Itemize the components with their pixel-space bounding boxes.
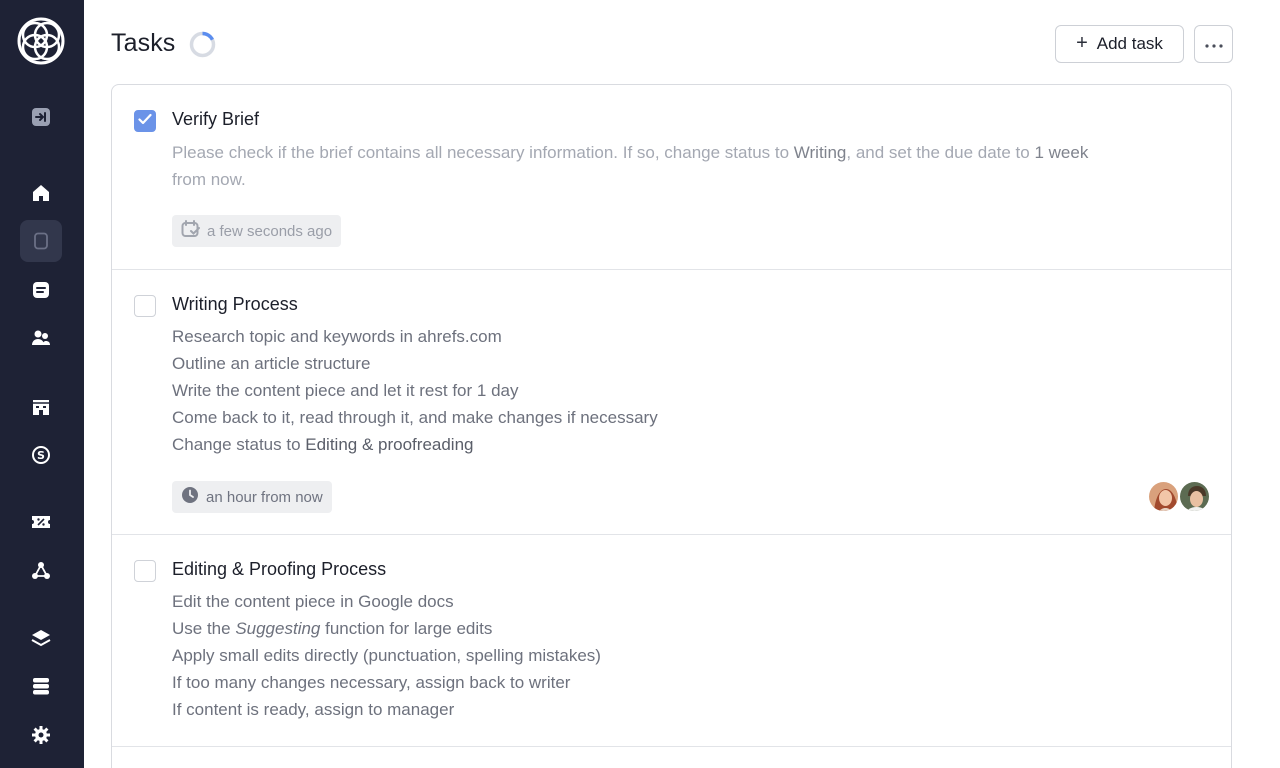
description-text: function for large edits [320,619,493,638]
message-icon [32,281,50,299]
emphasis-text: Suggesting [235,619,321,638]
description-text: Change status to [172,435,306,454]
task-checkbox[interactable] [134,110,156,132]
description-line: Research topic and keywords in ahrefs.co… [172,327,502,346]
description-line: Change status to Editing & proofreading [172,431,1192,458]
due-date-badge[interactable]: a few seconds ago [172,215,342,247]
building-icon [32,398,50,416]
status-reference: Writing [793,143,847,162]
description-line: Write the content piece and let it rest … [172,381,519,400]
sidebar-item-settings[interactable] [20,714,62,756]
task-description: Research topic and keywords in ahrefs.co… [172,323,1192,458]
layers-icon [31,629,51,647]
ellipsis-icon [1204,37,1224,52]
sidebar-item-layers[interactable] [20,617,62,659]
description-line: Outline an article structure [172,354,371,373]
description-line: Apply small edits directly (punctuation,… [172,646,601,665]
task-list: Verify Brief Please check if the brief c… [111,84,1232,768]
task-item[interactable]: Writing Process Research topic and keywo… [112,270,1231,535]
due-date-text: a few seconds ago [207,222,333,240]
clock-icon [181,486,199,508]
task-item[interactable]: Verify Brief Please check if the brief c… [112,85,1231,270]
description-line: Come back to it, read through it, and ma… [172,408,658,427]
add-task-label: Add task [1096,34,1163,53]
document-icon [33,232,49,250]
integrations-icon [31,561,51,581]
description-line: from now. [172,170,246,189]
description-text: Use the [172,619,236,638]
sidebar-item-integrations[interactable] [20,550,62,592]
users-icon [31,329,51,347]
settings-icon [32,726,50,744]
sidebar-item-documents[interactable] [20,220,62,262]
sidebar-item-billing[interactable]: S [20,434,62,476]
description-line: Please check if the brief contains all n… [172,139,1192,166]
more-options-button[interactable] [1194,25,1233,63]
assignee-list [1147,480,1211,513]
sidebar-item-database[interactable] [20,665,62,707]
description-line: Edit the content piece in Google docs [172,592,454,611]
spinner-icon [189,31,216,58]
home-icon [32,184,50,202]
task-checkbox[interactable] [134,295,156,317]
app-logo[interactable] [16,16,66,66]
sidebar-item-discounts[interactable] [20,501,62,543]
sidebar-item-messages[interactable] [20,269,62,311]
expand-panel-icon [31,107,51,127]
task-description: Edit the content piece in Google docs Us… [172,588,1192,723]
description-text: Please check if the brief contains all n… [172,143,794,162]
task-description: Please check if the brief contains all n… [172,139,1192,193]
sidebar-item-people[interactable] [20,317,62,359]
due-date-badge[interactable]: an hour from now [172,481,332,513]
description-line: If too many changes necessary, assign ba… [172,673,571,692]
description-line: Use the Suggesting function for large ed… [172,615,1192,642]
avatar-woman[interactable] [1147,480,1180,513]
due-date-text: an hour from now [206,488,323,506]
plus-icon: + [1076,32,1088,54]
sidebar-item-home[interactable] [20,172,62,214]
description-text: , and set the due date to [846,143,1035,162]
task-title[interactable]: Writing Process [172,294,298,315]
discount-ticket-icon [31,514,51,530]
svg-text:S: S [37,449,45,462]
task-checkbox[interactable] [134,560,156,582]
sidebar-expand-button[interactable] [20,96,62,138]
status-reference: Editing & proofreading [305,435,474,454]
page-title: Tasks [111,29,176,57]
description-line: If content is ready, assign to manager [172,700,455,719]
due-reference: 1 week [1034,143,1089,162]
sidebar-item-companies[interactable] [20,386,62,428]
sidebar: S [0,0,84,768]
add-task-button[interactable]: + Add task [1055,25,1184,63]
task-title[interactable]: Editing & Proofing Process [172,559,386,580]
calendar-check-icon [181,220,200,242]
task-item[interactable]: Editing & Proofing Process Edit the cont… [112,535,1231,747]
checkmark-icon [138,112,152,130]
avatar-man[interactable] [1178,480,1211,513]
task-title[interactable]: Verify Brief [172,109,259,130]
database-icon [32,677,50,695]
money-icon: S [31,445,51,465]
